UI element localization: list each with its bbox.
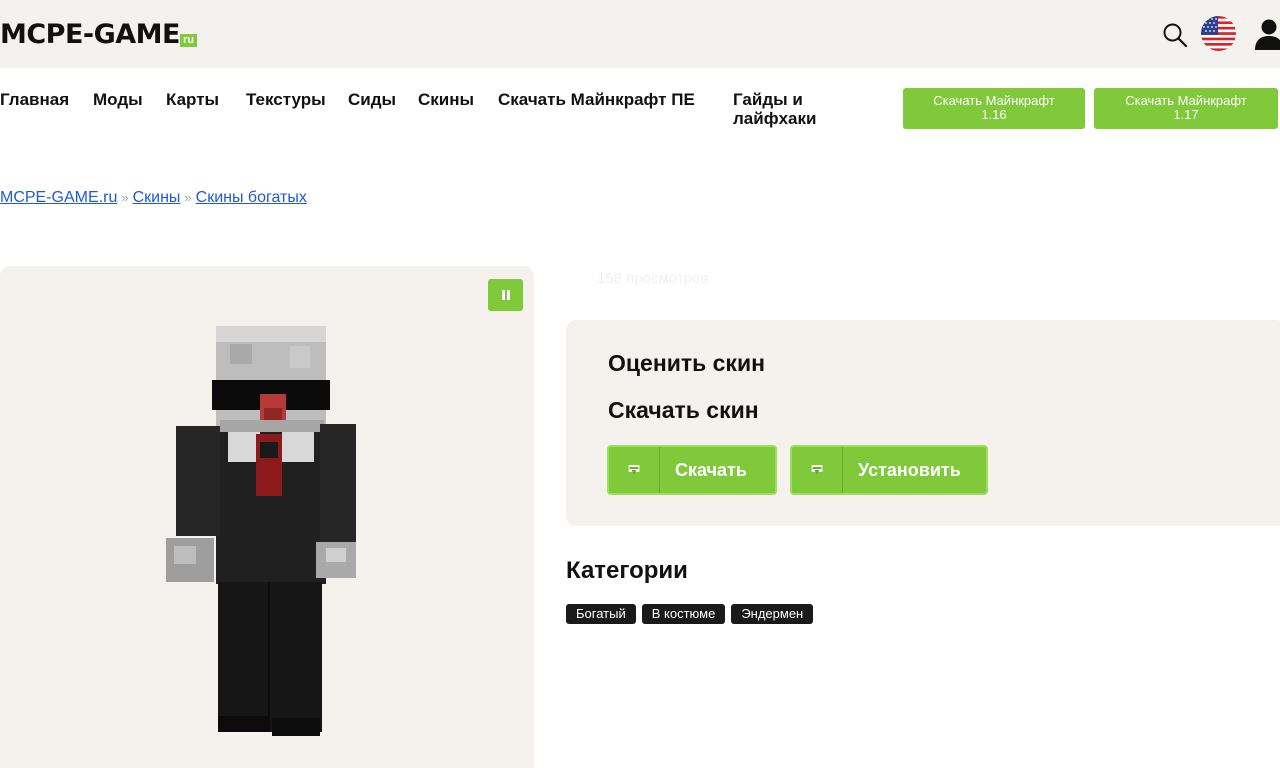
search-icon[interactable] — [1162, 22, 1188, 48]
nav-item-home[interactable]: Главная — [0, 90, 69, 109]
download-skin-title: Скачать скин — [608, 397, 759, 423]
category-tags: Богатый В костюме Эндермен — [566, 604, 814, 624]
download-button-label: Скачать — [675, 460, 747, 480]
nav-item-skins[interactable]: Скины — [418, 90, 474, 109]
nav-item-textures[interactable]: Текстуры — [246, 90, 326, 109]
nav-item-mods[interactable]: Моды — [93, 90, 143, 109]
breadcrumb-link-rich-skins[interactable]: Скины богатых — [196, 189, 307, 206]
user-icon[interactable] — [1254, 18, 1280, 50]
nav-item-seeds[interactable]: Сиды — [348, 90, 396, 109]
install-button-label: Установить — [858, 460, 961, 480]
us-flag-icon[interactable] — [1201, 16, 1236, 51]
logo-text: MCPE-GAME — [0, 19, 182, 50]
category-tag-rich[interactable]: Богатый — [566, 604, 636, 624]
category-tag-enderman[interactable]: Эндермен — [731, 604, 814, 624]
categories-title: Категории — [566, 557, 688, 584]
button-label-line1: Скачать Майнкрафт — [933, 93, 1055, 108]
nav-item-guides[interactable]: Гайды и лайфхаки — [733, 90, 843, 128]
nav-item-maps[interactable]: Карты — [166, 90, 219, 109]
site-logo[interactable]: MCPE-GAME ru — [0, 18, 197, 50]
view-count: 158 просмотров — [597, 270, 709, 287]
button-label-version: 1.16 — [981, 107, 1007, 122]
logo-suffix: ru — [180, 34, 197, 47]
breadcrumb-link-home[interactable]: MCPE-GAME.ru — [0, 189, 117, 206]
nav-item-download-pe[interactable]: Скачать Майнкрафт ПЕ — [498, 90, 698, 109]
category-tag-in-suit[interactable]: В костюме — [641, 604, 726, 624]
breadcrumb-separator: » — [121, 190, 129, 205]
breadcrumb-separator: » — [184, 190, 192, 205]
download-minecraft-117-button[interactable]: Скачать Майнкрафт 1.17 — [1094, 88, 1278, 129]
button-label-line1: Скачать Майнкрафт — [1125, 93, 1247, 108]
install-icon — [811, 447, 843, 493]
breadcrumb: MCPE-GAME.ru» Скины» Скины богатых — [0, 189, 307, 207]
install-button[interactable]: Установить — [790, 445, 988, 495]
button-label-version: 1.17 — [1173, 107, 1199, 122]
download-icon — [628, 447, 660, 493]
download-minecraft-116-button[interactable]: Скачать Майнкрафт 1.16 — [903, 88, 1085, 129]
rate-skin-title: Оценить скин — [608, 350, 765, 376]
pause-button[interactable] — [488, 279, 523, 311]
breadcrumb-link-skins[interactable]: Скины — [133, 189, 181, 206]
download-button[interactable]: Скачать — [607, 445, 777, 495]
skin-3d-model[interactable] — [160, 324, 360, 744]
